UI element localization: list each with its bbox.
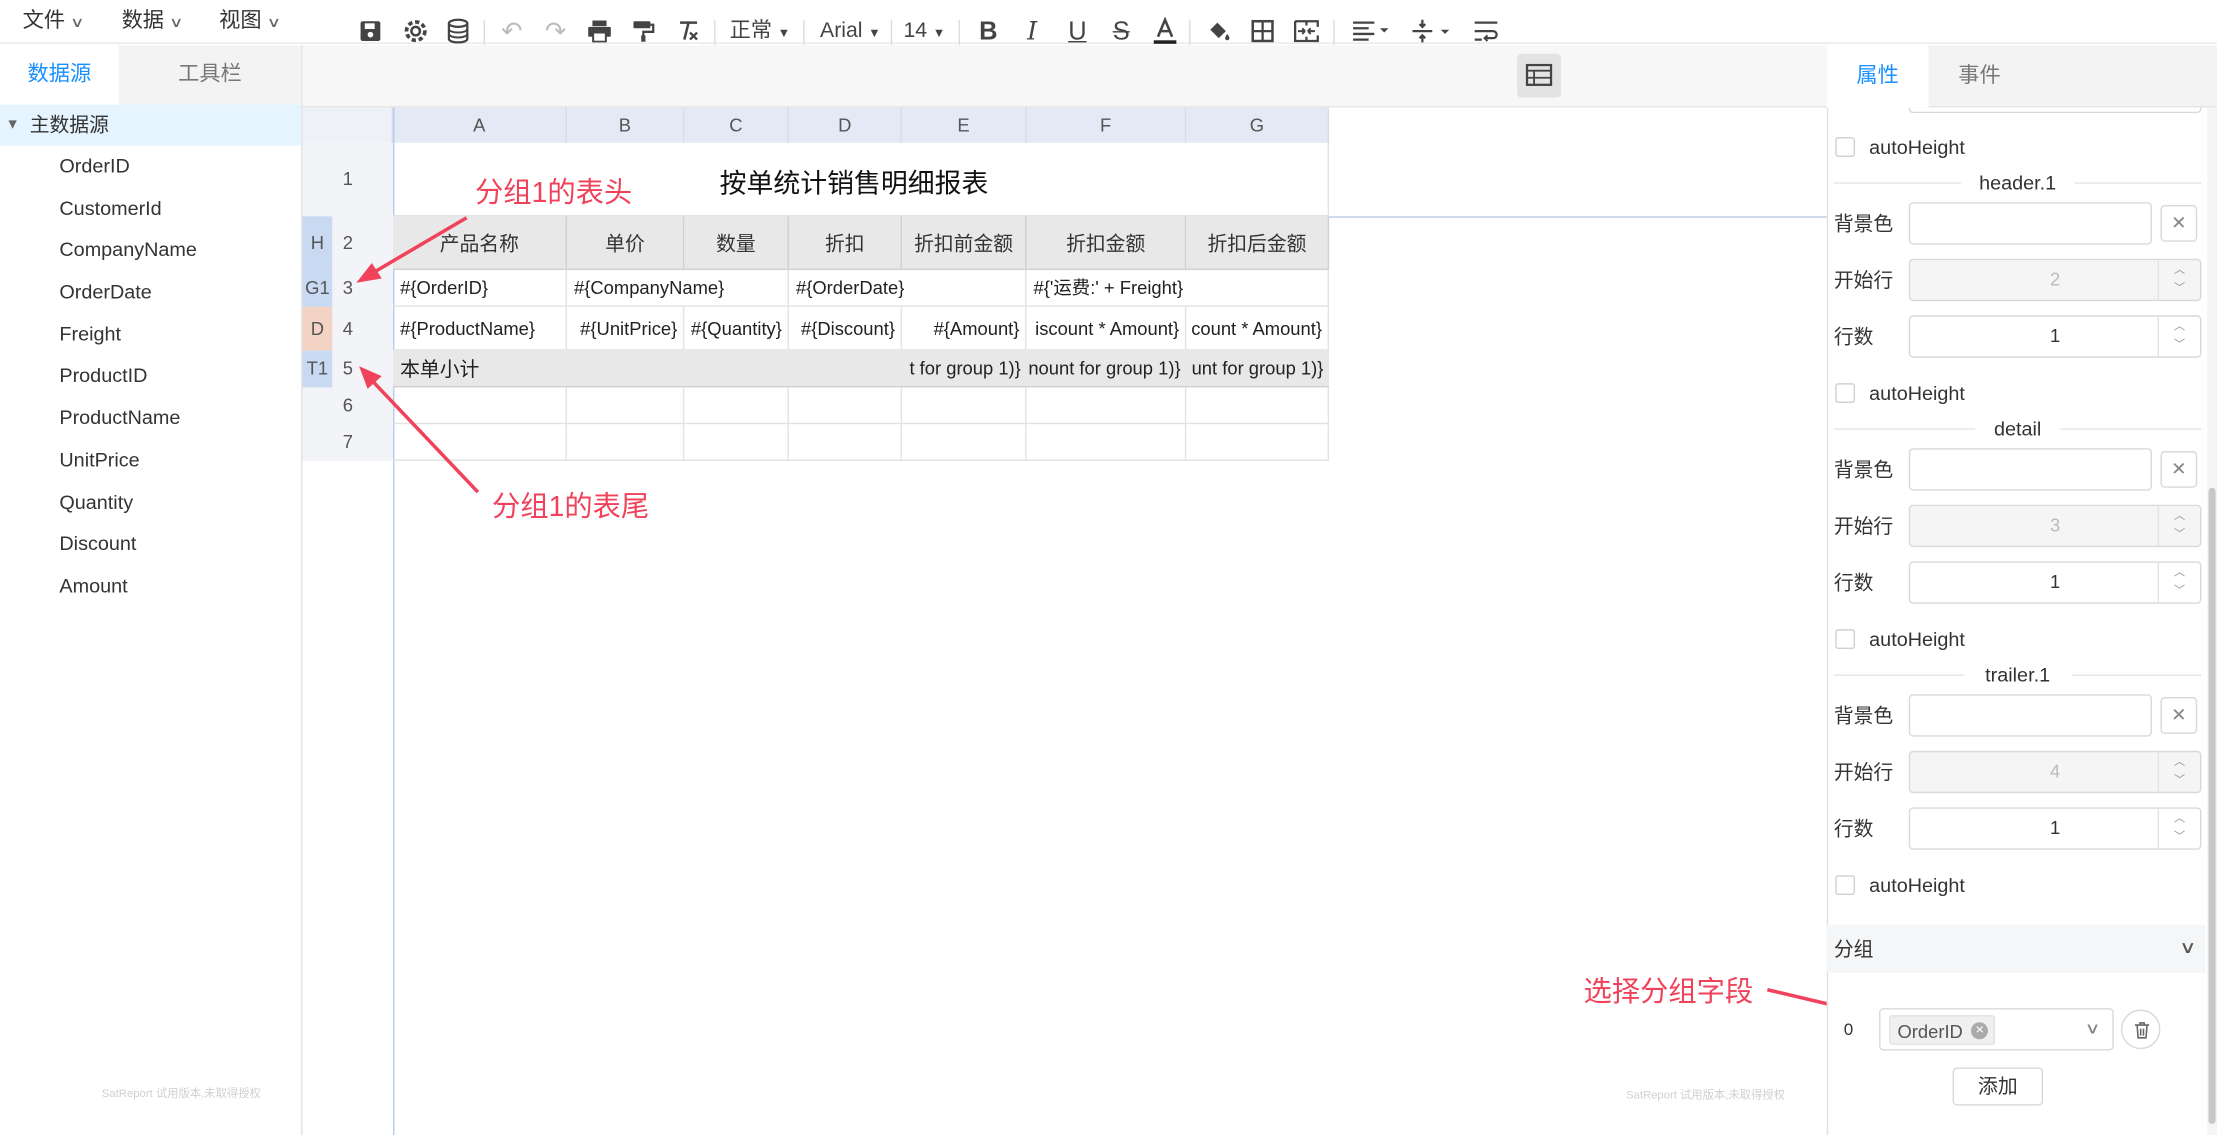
trailer-rows-value: 1 [2049,817,2061,839]
trailer-bg-input[interactable] [1908,694,2152,737]
scrollbar-thumb[interactable] [2208,487,2216,1125]
chevron-down-icon: ∨ [2084,1020,2101,1038]
trailer-start-input[interactable]: 4 ︿ ﹀ [1908,750,2202,794]
start-label: 开始行 [1833,760,1894,784]
detail-bg-input[interactable] [1908,448,2152,491]
detail-rows-input[interactable]: 1 ︿ ﹀ [1908,561,2202,604]
divider [1833,674,1964,676]
spinner-icon[interactable]: ︿ ﹀ [2157,506,2200,546]
autoheight-checkbox[interactable] [1835,137,1856,157]
section-header-1: header.1 [1833,168,2202,196]
chevron-down-icon: ∨ [2179,937,2197,958]
section-title: detail [1993,417,2042,440]
tab-properties[interactable]: 属性 [1826,45,1929,108]
rows-label: 行数 [1833,817,1874,840]
group-index: 0 [1843,1019,1854,1040]
group-field-select[interactable]: OrderID ✕ ∨ [1879,1008,2114,1051]
header-start-input[interactable]: 2 ︿ ﹀ [1908,258,2202,302]
divider [2060,428,2202,430]
divider [1833,428,1976,430]
clear-icon[interactable]: ✕ [2160,205,2198,242]
trailer-start-value: 4 [2049,760,2061,782]
start-label: 开始行 [1833,514,1894,538]
spinner-icon[interactable]: ︿ ﹀ [2157,316,2200,357]
header-start-value: 2 [2049,268,2061,290]
spinner-icon[interactable]: ︿ ﹀ [2157,752,2200,792]
group-title: 分组 [1833,937,1874,961]
autoheight-label: autoHeight [1869,135,1965,159]
header-rows-input[interactable]: 1 ︿ ﹀ [1908,315,2202,358]
group-collapse-header[interactable]: 分组 ∨ [1826,924,2206,973]
tag-remove-icon[interactable]: ✕ [1971,1022,1989,1040]
spinner-icon[interactable]: ︿ ﹀ [2157,562,2200,603]
clipped-input [1908,107,2202,114]
bg-label: 背景色 [1833,458,1894,481]
divider [2074,182,2202,184]
bg-label: 背景色 [1833,704,1894,727]
rows-label: 行数 [1833,571,1874,594]
trailer-rows-input[interactable]: 1 ︿ ﹀ [1908,807,2202,850]
detail-rows-value: 1 [2049,571,2061,593]
spinner-icon[interactable]: ︿ ﹀ [2157,808,2200,849]
trash-icon [2134,1022,2150,1039]
clear-icon[interactable]: ✕ [2160,697,2198,734]
header-bg-input[interactable] [1908,202,2152,245]
autoheight-checkbox[interactable] [1835,629,1856,649]
autoheight-checkbox[interactable] [1835,875,1856,895]
spinner-icon[interactable]: ︿ ﹀ [2157,260,2200,300]
clear-icon[interactable]: ✕ [2160,451,2198,488]
section-trailer-1: trailer.1 [1833,660,2202,688]
autoheight-label: autoHeight [1869,873,1965,897]
autoheight-checkbox[interactable] [1835,383,1856,403]
detail-start-input[interactable]: 3 ︿ ﹀ [1908,504,2202,548]
group-field-tag-label: OrderID [1897,1020,1963,1043]
autoheight-label: autoHeight [1869,381,1965,405]
detail-start-value: 3 [2049,514,2061,536]
divider [2071,674,2202,676]
tab-events[interactable]: 事件 [1929,45,2031,107]
divider [1833,182,1962,184]
section-title: header.1 [1979,171,2057,194]
section-title: trailer.1 [1985,663,2051,686]
autoheight-label: autoHeight [1869,627,1965,651]
start-label: 开始行 [1833,268,1894,292]
rows-label: 行数 [1833,325,1874,348]
group-field-tag: OrderID ✕ [1888,1015,1996,1045]
add-group-button[interactable]: 添加 [1952,1067,2044,1106]
bg-label: 背景色 [1833,212,1894,235]
section-detail: detail [1833,414,2202,442]
delete-group-button[interactable] [2120,1009,2161,1050]
header-rows-value: 1 [2049,325,2061,347]
